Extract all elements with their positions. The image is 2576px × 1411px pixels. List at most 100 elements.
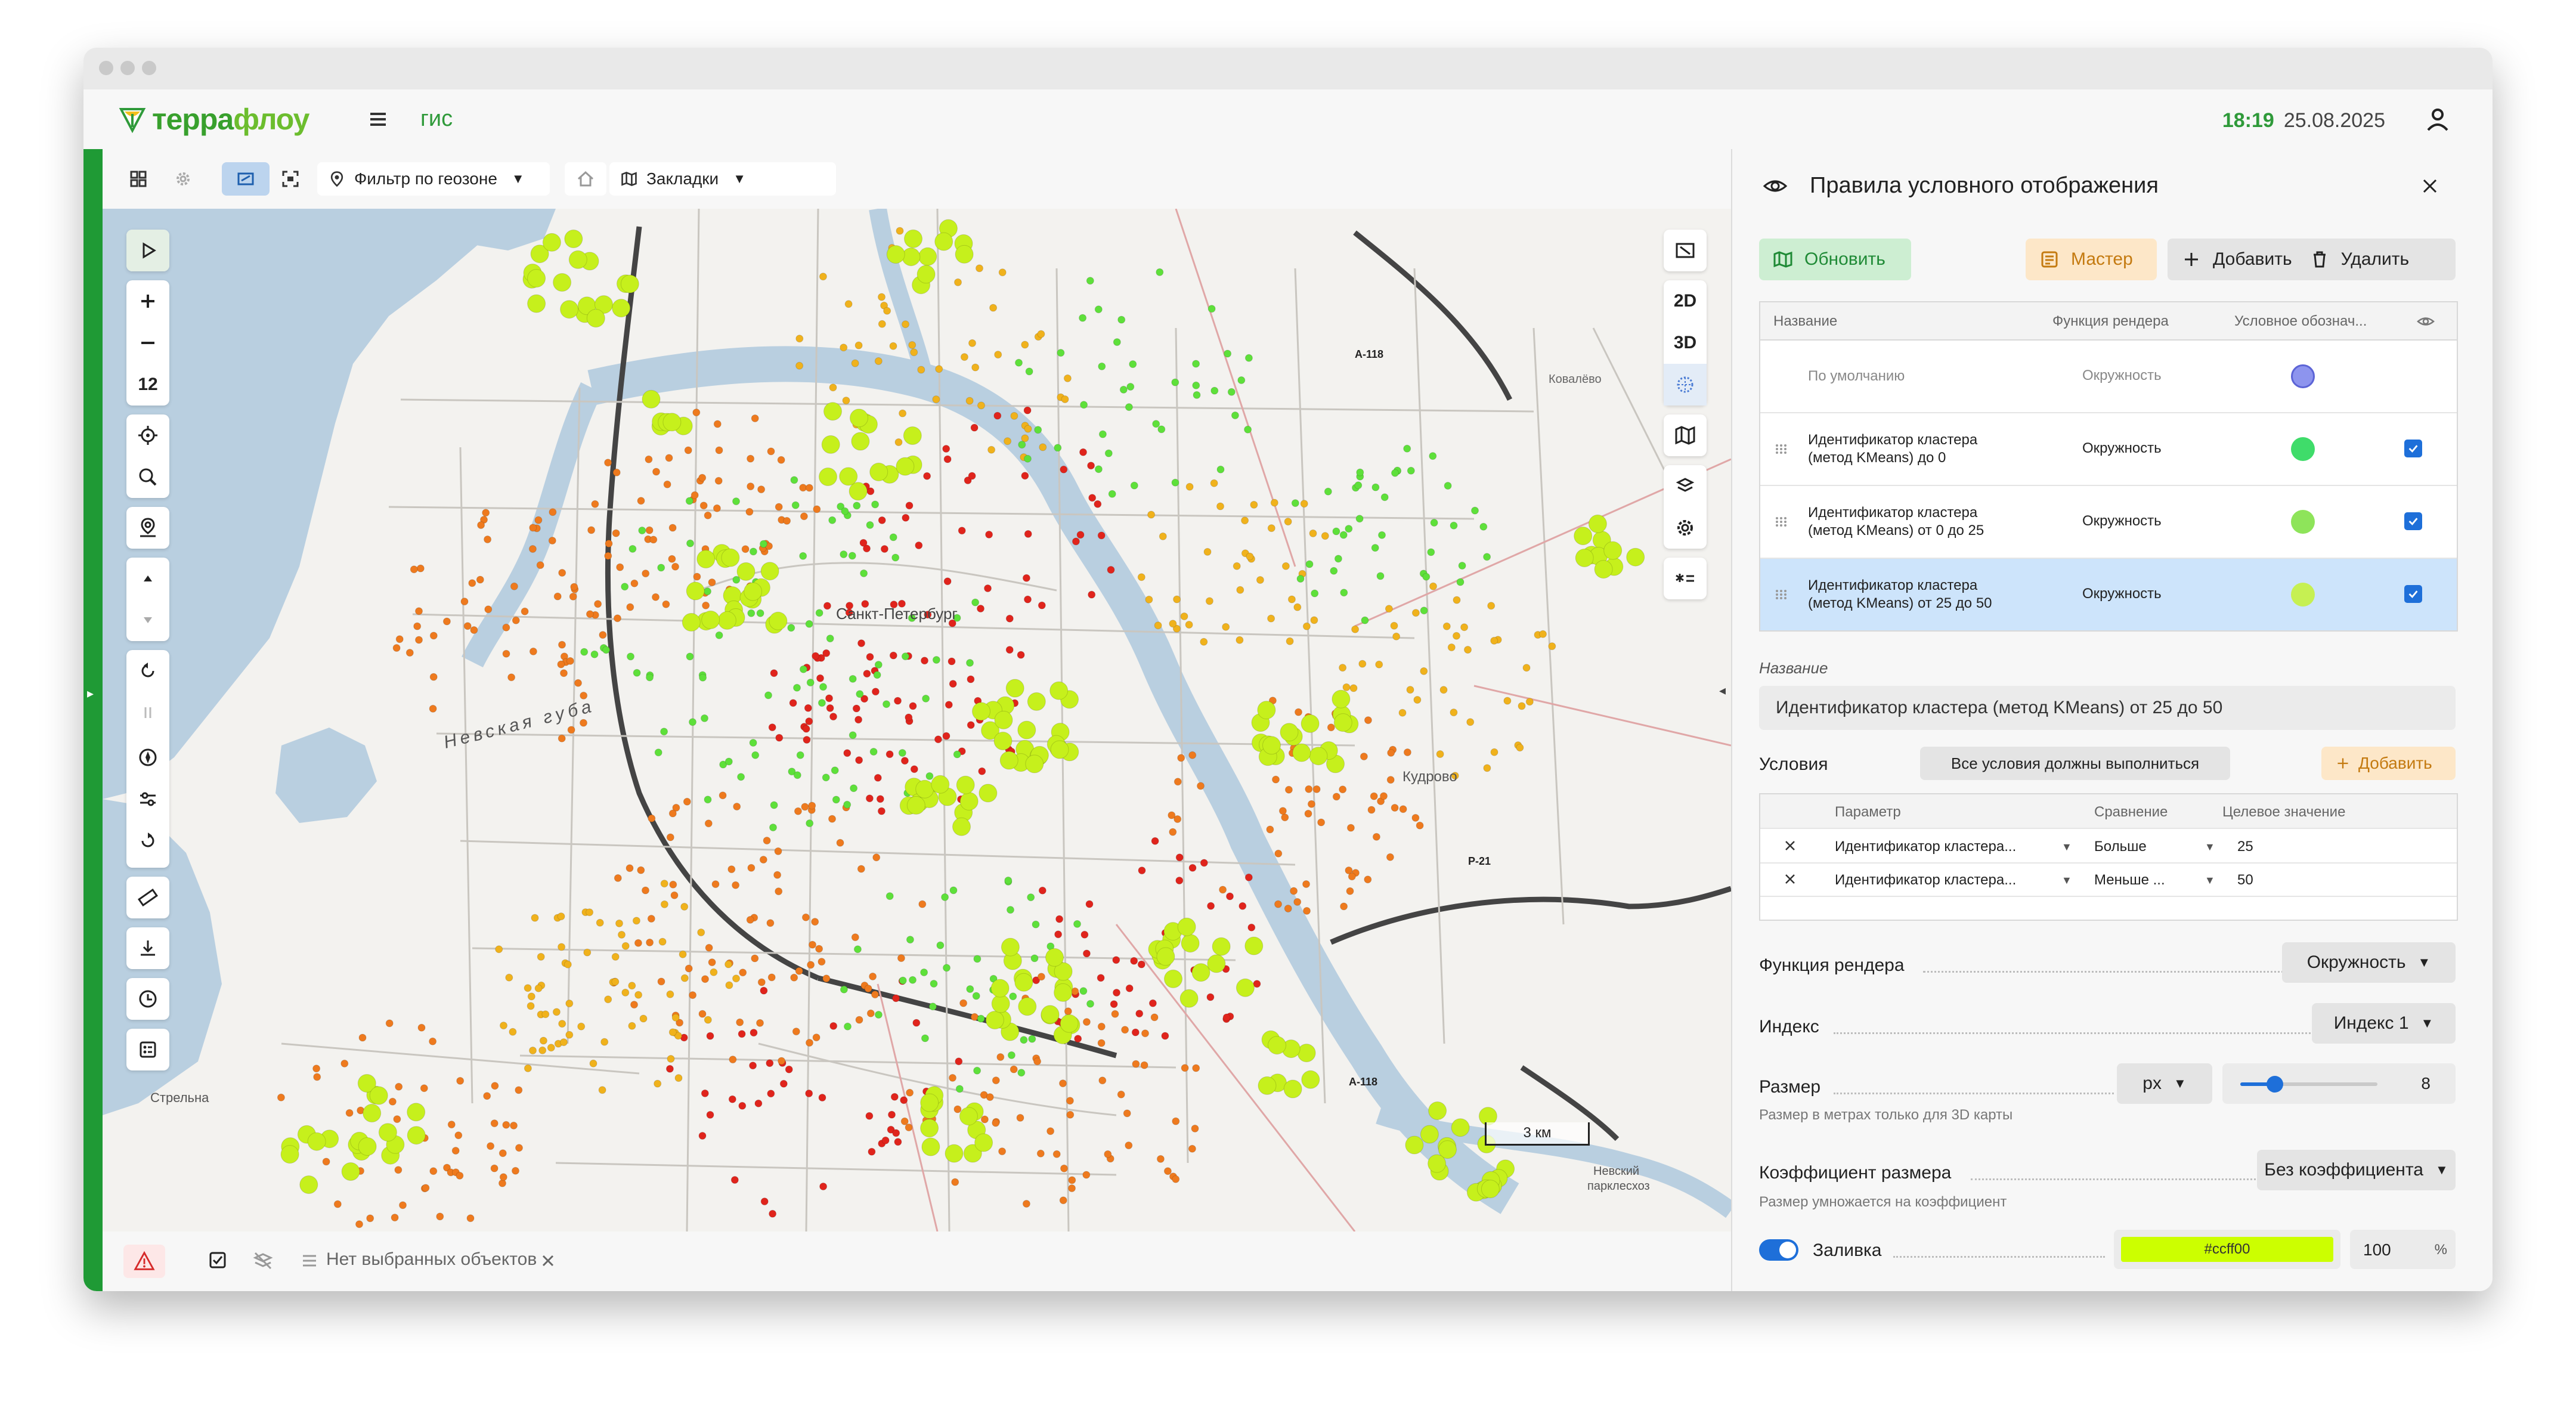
map-point[interactable]: [732, 881, 740, 889]
map-point[interactable]: [1284, 785, 1293, 794]
map-point[interactable]: [989, 304, 998, 312]
map-point[interactable]: [642, 389, 661, 409]
map-point[interactable]: [1301, 1070, 1320, 1089]
map-point[interactable]: [340, 1059, 349, 1067]
map-point[interactable]: [873, 671, 881, 679]
map-point[interactable]: [693, 573, 701, 581]
map-point[interactable]: [502, 623, 510, 632]
map-point[interactable]: [1082, 949, 1091, 958]
map-point[interactable]: [883, 307, 891, 315]
map-point[interactable]: [565, 1000, 574, 1008]
map-point[interactable]: [616, 563, 624, 571]
bookmarks-dropdown[interactable]: Закладки ▼: [609, 162, 836, 196]
map-point[interactable]: [1080, 401, 1088, 409]
compass-button[interactable]: [126, 737, 169, 778]
map-point[interactable]: [1148, 999, 1157, 1007]
map-point[interactable]: [580, 648, 589, 656]
map-point[interactable]: [1256, 576, 1264, 584]
map-point[interactable]: [615, 919, 623, 927]
map-point[interactable]: [1332, 793, 1340, 801]
map-point[interactable]: [880, 545, 888, 553]
map-point[interactable]: [1088, 590, 1096, 599]
map-point[interactable]: [1339, 785, 1347, 794]
map-point[interactable]: [972, 702, 990, 721]
map-point[interactable]: [901, 652, 909, 661]
map-point[interactable]: [756, 609, 764, 617]
map-point[interactable]: [407, 1126, 426, 1145]
map-point[interactable]: [1021, 472, 1029, 480]
map-point[interactable]: [528, 545, 537, 553]
map-point[interactable]: [596, 918, 604, 927]
map-point[interactable]: [822, 773, 830, 782]
map-point[interactable]: [322, 1158, 330, 1166]
map-point[interactable]: [534, 516, 543, 524]
map-point[interactable]: [769, 824, 777, 831]
map-point[interactable]: [1192, 381, 1200, 389]
map-point[interactable]: [708, 578, 716, 586]
map-point[interactable]: [878, 293, 886, 301]
map-point[interactable]: [1233, 562, 1241, 570]
map-point[interactable]: [538, 1046, 547, 1054]
map-point[interactable]: [564, 960, 572, 968]
map-point[interactable]: [415, 607, 423, 615]
map-point[interactable]: [1152, 420, 1160, 428]
map-point[interactable]: [1239, 902, 1247, 910]
map-point[interactable]: [642, 886, 649, 895]
map-point[interactable]: [566, 657, 574, 665]
map-point[interactable]: [732, 974, 740, 983]
map-point[interactable]: [922, 694, 930, 703]
layers-refresh-button[interactable]: [1664, 465, 1707, 507]
map-point[interactable]: [852, 704, 860, 713]
geozone-filter-dropdown[interactable]: Фильтр по геозоне ▼: [317, 162, 550, 196]
map-point[interactable]: [674, 1074, 683, 1082]
map-point[interactable]: [1037, 330, 1045, 338]
map-point[interactable]: [512, 1166, 519, 1175]
map-point[interactable]: [759, 856, 767, 864]
map-point[interactable]: [803, 736, 811, 744]
map-point[interactable]: [646, 938, 654, 946]
close-icon[interactable]: [539, 1252, 557, 1270]
map-point[interactable]: [1066, 1097, 1074, 1105]
map-point[interactable]: [683, 797, 691, 806]
map-point[interactable]: [1132, 1060, 1140, 1068]
map-point[interactable]: [902, 320, 909, 329]
map-point[interactable]: [745, 508, 754, 516]
map-point[interactable]: [1360, 753, 1368, 760]
map-point[interactable]: [855, 756, 863, 765]
map-point[interactable]: [706, 1110, 714, 1119]
rule-name-input[interactable]: Идентификатор кластера (метод KMeans) от…: [1759, 686, 2456, 730]
map-point[interactable]: [594, 600, 602, 608]
map-point[interactable]: [828, 516, 837, 524]
map-point[interactable]: [813, 505, 821, 513]
map-point[interactable]: [1405, 1135, 1424, 1155]
map-point[interactable]: [920, 1093, 939, 1112]
map-point[interactable]: [1005, 614, 1014, 623]
window-close-dot[interactable]: [99, 61, 113, 75]
map-point[interactable]: [864, 985, 872, 993]
search-button[interactable]: [126, 456, 169, 498]
map-point[interactable]: [341, 1162, 360, 1181]
map-point[interactable]: [654, 1079, 662, 1088]
map-point[interactable]: [889, 651, 897, 660]
map-point[interactable]: [1073, 920, 1081, 928]
map-point[interactable]: [818, 699, 826, 707]
map-point[interactable]: [902, 247, 921, 267]
map-point[interactable]: [466, 1214, 475, 1223]
map-point[interactable]: [1094, 465, 1103, 474]
map-point[interactable]: [871, 500, 880, 509]
map-point[interactable]: [604, 995, 612, 1004]
map-point[interactable]: [646, 673, 654, 682]
map-point[interactable]: [805, 717, 813, 725]
map-point[interactable]: [482, 509, 490, 517]
map-point[interactable]: [1406, 686, 1414, 694]
map-point[interactable]: [660, 880, 668, 888]
map-point[interactable]: [666, 990, 674, 998]
size-unit-select[interactable]: px ▼: [2117, 1063, 2212, 1104]
select-area-button[interactable]: [222, 162, 270, 196]
map-point[interactable]: [900, 1117, 909, 1125]
map-point[interactable]: [1428, 1154, 1447, 1173]
map-point[interactable]: [1420, 1125, 1439, 1144]
map-point[interactable]: [1130, 957, 1138, 965]
map-point[interactable]: [662, 413, 682, 432]
play-button[interactable]: [126, 230, 169, 271]
